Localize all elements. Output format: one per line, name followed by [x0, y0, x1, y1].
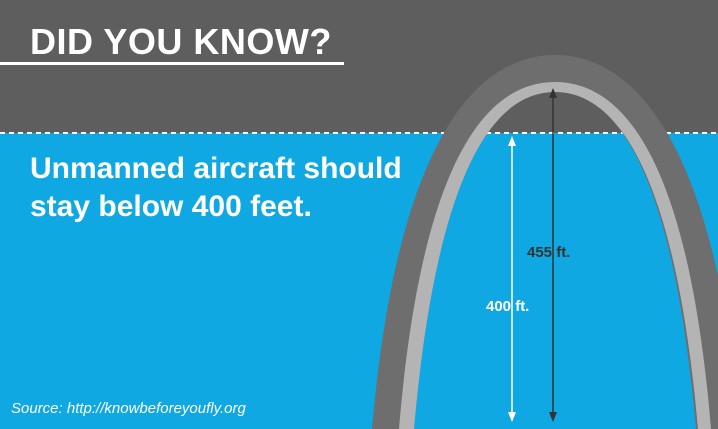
arch-height-label: 455 ft.: [527, 244, 571, 261]
source-credit: Source: http://knowbeforeyoufly.org: [11, 400, 246, 417]
headline-underline: [0, 62, 344, 65]
headline: DID YOU KNOW?: [30, 21, 332, 62]
main-statement: Unmanned aircraft should stay below 400 …: [30, 152, 402, 223]
altitude-limit-label: 400 ft.: [486, 298, 530, 315]
